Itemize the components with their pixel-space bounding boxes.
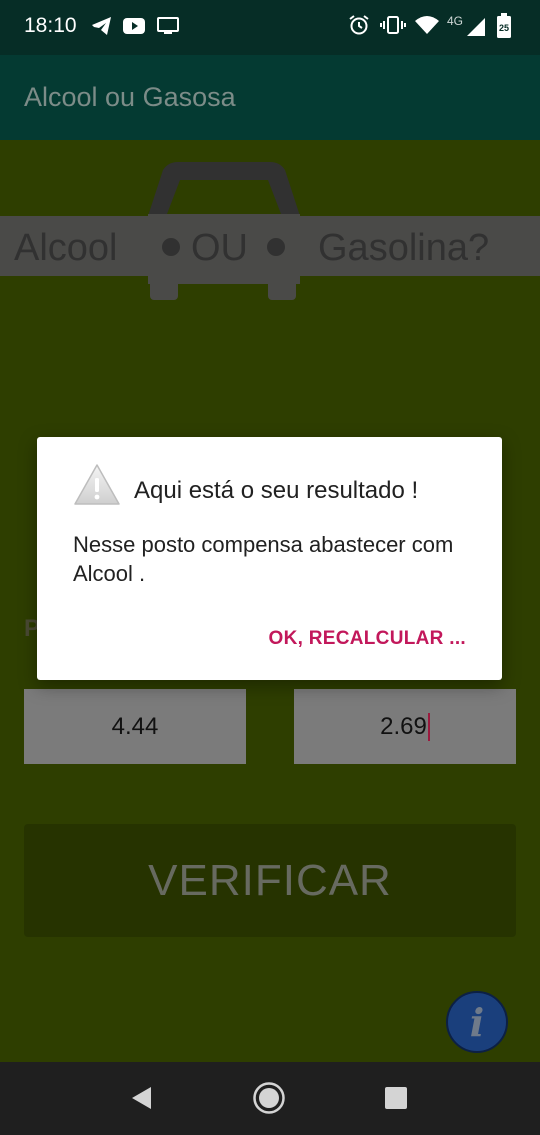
car-wheel-right [268, 276, 296, 300]
gasolina-price-input[interactable]: 2.69 [294, 689, 516, 764]
app-logo: Alcool OU Gasolina? [0, 162, 540, 300]
signal-icon [467, 18, 485, 36]
wifi-icon [415, 16, 439, 34]
verify-button-label: VERIFICAR [148, 855, 392, 905]
network-type: 4G [447, 14, 464, 28]
recents-icon[interactable] [384, 1086, 408, 1110]
text-cursor [427, 712, 430, 741]
home-icon[interactable] [252, 1081, 286, 1115]
status-bar: 18:10 4G 25 [0, 0, 540, 55]
warning-icon [74, 464, 120, 505]
telegram-icon [92, 17, 111, 35]
logo-dot-left [162, 238, 180, 256]
info-button[interactable]: i [446, 991, 508, 1053]
car-window [167, 180, 281, 214]
dialog-title: Aqui está o seu resultado ! [134, 477, 419, 504]
app-title: Alcool ou Gasosa [24, 82, 236, 112]
battery-icon: 25 [497, 13, 511, 38]
youtube-icon [123, 18, 145, 34]
car-wheel-left [150, 276, 178, 300]
result-dialog: Aqui está o seu resultado ! Nesse posto … [37, 437, 502, 680]
logo-word-left: Alcool [14, 227, 118, 269]
navigation-bar [0, 1062, 540, 1135]
logo-dot-right [267, 238, 285, 256]
alcool-price-value: 4.44 [111, 712, 159, 740]
verify-button[interactable]: VERIFICAR [24, 824, 516, 937]
vibrate-icon [380, 16, 406, 34]
info-icon: i [469, 999, 485, 1045]
logo-word-right: Gasolina? [318, 227, 489, 269]
recalculate-button[interactable]: OK, RECALCULAR ... [268, 628, 466, 650]
battery-level: 25 [499, 23, 509, 33]
alarm-icon [349, 15, 369, 35]
dialog-message: Nesse posto compensa abastecer com Alcoo… [73, 532, 454, 586]
logo-word-middle: OU [191, 227, 248, 269]
alcool-price-input[interactable]: 4.44 [24, 689, 246, 764]
app-bar: Alcool ou Gasosa [0, 55, 540, 140]
gasolina-price-value: 2.69 [380, 712, 427, 740]
cast-icon [157, 17, 179, 34]
status-time: 18:10 [24, 14, 77, 37]
back-icon[interactable] [124, 1082, 156, 1114]
